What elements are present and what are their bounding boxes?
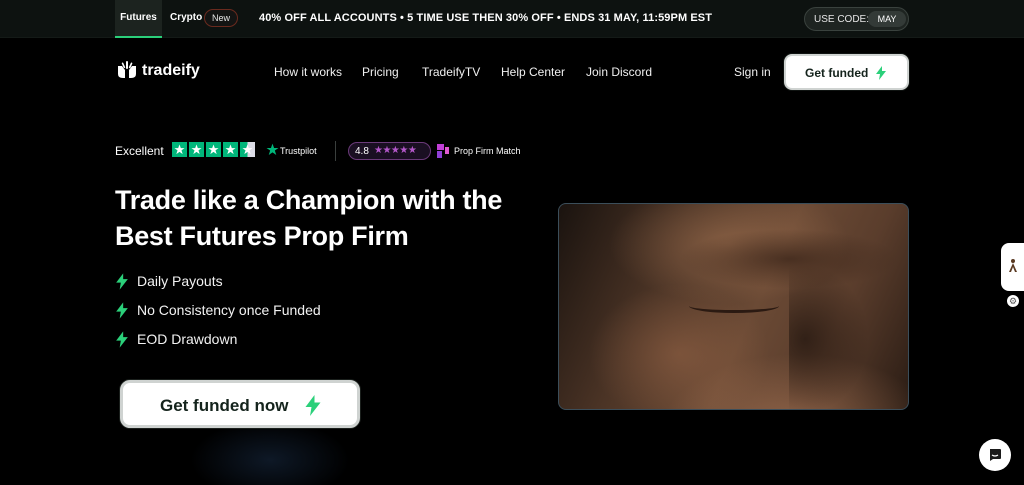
nav-link-tradeifytv[interactable]: TradeifyTV: [422, 65, 480, 79]
side-widget-tab[interactable]: [1001, 243, 1024, 291]
hero-image-eyelid: [689, 299, 779, 313]
feature-item: Daily Payouts: [115, 272, 375, 290]
lightning-bolt-icon: [116, 331, 128, 348]
lightning-bolt-icon: [116, 302, 128, 319]
pfm-brand: Prop Firm Match: [454, 146, 521, 156]
prop-firm-match-logo-icon: [437, 144, 449, 158]
trustpilot-logo-icon: [266, 143, 279, 155]
trustpilot-star-icon: [189, 142, 204, 157]
hero-title: Trade like a Champion with the Best Futu…: [115, 185, 503, 251]
raised-hands-icon: [118, 61, 136, 78]
promo-code-value: MAY: [868, 11, 906, 27]
hero-image-shadow: [789, 264, 869, 409]
promo-bar: Futures Crypto New 40% OFF ALL ACCOUNTS …: [0, 0, 1024, 38]
promo-code-pill[interactable]: USE CODE: MAY: [804, 7, 909, 31]
nav-link-join-discord[interactable]: Join Discord: [586, 65, 652, 79]
trustpilot-star-icon: [223, 142, 238, 157]
feature-label: Daily Payouts: [137, 273, 223, 289]
hero-video[interactable]: [558, 203, 909, 410]
feature-item: No Consistency once Funded: [115, 301, 375, 319]
lightning-bolt-icon: [116, 273, 128, 290]
trustpilot-stars: [172, 142, 255, 157]
feature-item: EOD Drawdown: [115, 330, 375, 348]
pfm-stars: ★★★★★: [374, 145, 417, 156]
ratings-divider: [335, 141, 336, 161]
chat-icon: [990, 449, 1001, 461]
trustpilot-star-icon: [206, 142, 221, 157]
sign-in-link[interactable]: Sign in: [734, 65, 771, 79]
trustpilot-rating-label: Excellent: [115, 144, 164, 158]
nav-link-how-it-works[interactable]: How it works: [274, 65, 342, 79]
feature-label: EOD Drawdown: [137, 331, 238, 347]
trustpilot-half-star-icon: [240, 142, 255, 157]
gear-icon[interactable]: ⚙: [1007, 295, 1019, 307]
pfm-score: 4.8: [355, 146, 369, 157]
promo-code-label: USE CODE:: [814, 14, 870, 25]
new-badge: New: [204, 9, 238, 27]
get-funded-button[interactable]: Get funded: [784, 54, 909, 90]
get-funded-now-label: Get funded now: [160, 396, 289, 415]
figure-icon: [1009, 259, 1017, 272]
lightning-bolt-icon: [876, 66, 886, 80]
feature-label: No Consistency once Funded: [137, 302, 321, 318]
get-funded-now-button[interactable]: Get funded now: [120, 380, 360, 428]
lightning-bolt-icon: [305, 395, 321, 416]
tab-crypto[interactable]: Crypto: [170, 12, 202, 23]
logo-text: tradeify: [142, 62, 200, 79]
chat-button[interactable]: [979, 439, 1011, 471]
tab-futures-label: Futures: [120, 12, 157, 23]
trustpilot-star-icon: [172, 142, 187, 157]
nav-link-help-center[interactable]: Help Center: [501, 65, 565, 79]
trustpilot-brand: Trustpilot: [280, 146, 317, 156]
pfm-rating-pill[interactable]: 4.8 ★★★★★: [348, 142, 431, 160]
nav-link-pricing[interactable]: Pricing: [362, 65, 399, 79]
get-funded-button-label: Get funded: [805, 66, 869, 80]
ratings-row: Excellent Trustpilot 4.8 ★★★★★ Prop Firm…: [115, 140, 535, 162]
tab-futures[interactable]: Futures: [115, 0, 162, 38]
cta-glow: [190, 420, 350, 485]
promo-message: 40% OFF ALL ACCOUNTS • 5 TIME USE THEN 3…: [259, 12, 713, 24]
